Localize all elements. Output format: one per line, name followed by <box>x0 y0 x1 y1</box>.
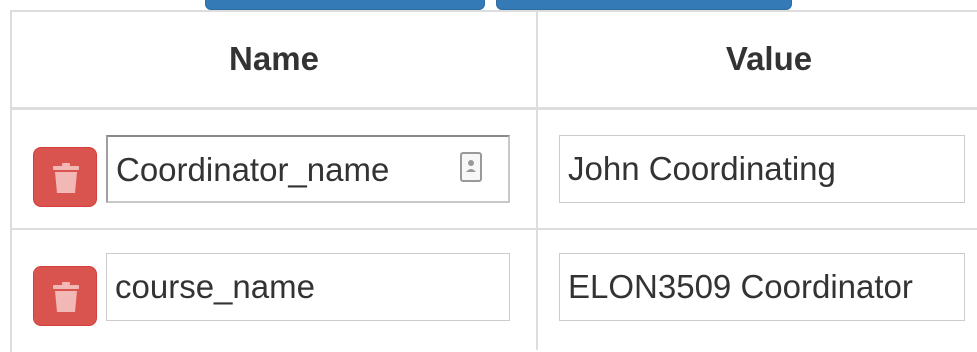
top-action-button-left[interactable] <box>205 0 485 10</box>
top-action-button-right[interactable] <box>496 0 792 10</box>
trash-icon <box>53 282 79 312</box>
column-header-name: Name <box>229 40 319 77</box>
trash-icon <box>53 163 79 193</box>
contact-card-icon[interactable] <box>460 152 482 182</box>
attribute-value-input[interactable]: ELON3509 Coordinator <box>559 253 965 321</box>
column-header-value: Value <box>725 40 813 77</box>
attribute-value-input[interactable]: John Coordinating <box>559 135 965 203</box>
header-divider <box>10 107 977 110</box>
attribute-name-input[interactable]: Coordinator_name <box>106 135 510 203</box>
attribute-name-input[interactable]: course_name <box>106 253 510 321</box>
row-divider <box>10 228 977 230</box>
delete-row-button[interactable] <box>33 147 97 207</box>
delete-row-button[interactable] <box>33 266 97 326</box>
